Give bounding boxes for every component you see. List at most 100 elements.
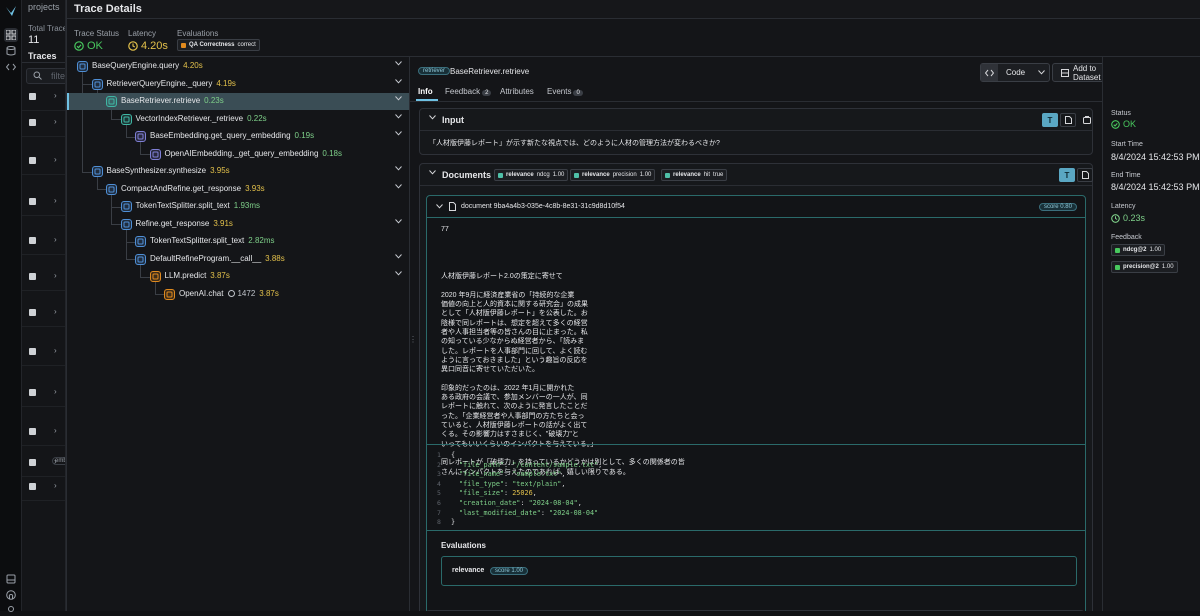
row-checkbox[interactable] [29,157,36,164]
span-row-baseretriever-retrieve[interactable]: BaseRetriever.retrieve 0.23s [67,93,409,110]
code-button[interactable]: Code [980,63,1050,82]
logo-icon[interactable] [4,4,18,18]
documents-card-header[interactable]: Documents relevance ndcg 1.00 relevance preci… [420,164,1093,186]
expand-chevron-icon[interactable]: › [54,196,57,205]
chevron-down-icon[interactable] [395,218,402,224]
grid-icon[interactable] [4,28,18,42]
expand-chevron-icon[interactable]: › [54,426,57,435]
span-row-tokentextsplitter-split-text[interactable]: TokenTextSplitter.split_text 1.93ms [67,198,409,215]
span-name: TokenTextSplitter.split_text [150,236,245,245]
metric-swatch [665,172,670,178]
expand-chevron-icon[interactable]: › [54,155,57,164]
chevron-down-icon[interactable] [395,166,402,171]
copy-button[interactable] [1080,113,1094,127]
chevron-down-icon[interactable] [395,61,402,66]
expand-chevron-icon[interactable]: › [54,91,57,100]
expand-chevron-icon[interactable]: › [54,271,57,280]
expand-chevron-icon[interactable]: › [54,307,57,316]
row-checkbox[interactable] [29,93,36,100]
row-checkbox[interactable] [29,119,36,126]
expand-chevron-icon[interactable]: › [54,235,57,244]
span-latency: 0.18s [322,148,342,158]
code-icon[interactable] [4,60,18,74]
input-title: Input [442,115,464,125]
line-number: 4 [437,479,441,488]
span-row-openai-chat[interactable]: OpenAI.chat 1472 3.87s [67,286,409,303]
chevron-down-icon[interactable] [429,115,436,120]
span-row-baseembedding-get-query-embedding[interactable]: BaseEmbedding.get_query_embedding 0.19s [67,128,409,145]
json-key: "file_type" [459,479,505,488]
search-input[interactable]: filter [26,68,65,84]
evaluations-label: Evaluations [177,29,219,38]
document-header[interactable]: document 9ba4a4b3-035e-4c8b-8e31-31c9d8d… [427,196,1085,218]
chevron-down-icon[interactable] [395,113,402,119]
span-row-openaiembedding-get-query-embedding[interactable]: OpenAIEmbedding._get_query_embedding 0.18… [67,146,409,163]
span-label: TokenTextSplitter.split_text 1.93ms [136,201,261,210]
span-name: BaseSynthesizer.synthesize [106,166,207,175]
feedback-swatch [1115,247,1120,253]
tab-traces[interactable]: Traces [28,51,57,61]
database-icon[interactable] [4,44,18,58]
span-attributes-sidebar: Status OK Start Time 8/4/2024 15:42:53 P… [1102,57,1200,611]
span-latency: 3.95s [210,166,230,175]
tab-feedback[interactable]: Feedback 2 [445,87,492,96]
text-view-toggle[interactable]: T [1059,168,1075,182]
row-checkbox[interactable] [29,428,36,435]
span-name: BaseRetriever.retrieve [450,67,530,76]
input-card: Input T 「人材版伊藤レポート」が示す新たな視点では、どのように人材の管理方法… [419,108,1093,155]
feedback-ndcg: ndcg@2 1.00 [1111,244,1166,256]
expand-chevron-icon[interactable]: › [54,387,57,396]
span-row-basequeryengine-query[interactable]: BaseQueryEngine.query 4.20s [67,58,409,75]
span-row-vectorindexretriever-retrieve[interactable]: VectorIndexRetriever._retrieve 0.22s [67,111,409,128]
chain-span-icon [77,61,88,72]
span-row-retrieverqueryengine-query[interactable]: RetrieverQueryEngine._query 4.19s [67,76,409,93]
traces-panel: projects Total Traces 11 Traces filter ›… [22,0,66,611]
expand-chevron-icon[interactable]: › [54,481,57,490]
tab-attributes[interactable]: Attributes [500,87,534,96]
chevron-down-icon[interactable] [429,170,436,175]
chevron-down-icon[interactable] [395,183,402,189]
add-to-dataset-button[interactable]: Add to Dataset [1052,63,1102,82]
input-card-header[interactable]: Input T [420,109,1092,131]
settings-icon[interactable] [4,602,18,616]
side-status-text: OK [1123,119,1137,129]
chevron-down-icon[interactable] [436,204,443,209]
row-checkbox[interactable] [29,198,36,205]
document-text-line: 77 [441,226,449,233]
row-checkbox[interactable] [29,237,36,244]
documents-card: Documents relevance ndcg 1.00 relevance preci… [419,163,1093,611]
chevron-down-icon[interactable] [395,253,402,259]
chevron-down-icon[interactable] [395,271,402,276]
evaluations-title: Evaluations [441,541,486,550]
json-view-toggle[interactable] [1077,168,1093,182]
row-checkbox[interactable] [29,389,36,396]
github-icon[interactable] [4,588,18,602]
span-detail: retriever BaseRetriever.retrieve Code Ad… [410,57,1102,611]
tab-info[interactable]: Info [418,87,433,96]
json-view-toggle[interactable] [1060,113,1076,127]
chevron-down-icon[interactable] [395,78,402,84]
storage-icon[interactable] [4,572,18,586]
document-text-line: 人材版伊藤レポート2.0の策定に寄せて [441,273,563,281]
breadcrumb[interactable]: projects [28,2,60,12]
chevron-down-icon[interactable] [395,131,402,136]
span-row-defaultrefineprogram-call[interactable]: DefaultRefineProgram.__call__ 3.88s [67,251,409,268]
tab-events[interactable]: Events 0 [547,87,583,96]
row-checkbox[interactable] [29,273,36,280]
span-row-refine-get-response[interactable]: Refine.get_response 3.91s [67,216,409,233]
span-row-compactandrefine-get-response[interactable]: CompactAndRefine.get_response 3.93s [67,181,409,198]
span-row-basesynthesizer-synthesize[interactable]: BaseSynthesizer.synthesize 3.95s [67,163,409,180]
row-checkbox[interactable] [29,348,36,355]
row-checkbox[interactable] [29,459,36,466]
row-checkbox[interactable] [29,483,36,490]
metric-name: relevance [582,172,610,178]
expand-chevron-icon[interactable]: › [54,117,57,126]
document-text-line: として「人材版伊藤レポート」を公表した。お [441,310,588,318]
chevron-down-icon[interactable] [395,96,402,101]
text-view-toggle[interactable]: T [1042,113,1058,127]
expand-chevron-icon[interactable]: › [54,346,57,355]
span-latency: 3.87s [210,271,230,280]
span-row-llm-predict[interactable]: LLM.predict 3.87s [67,268,409,285]
row-checkbox[interactable] [29,309,36,316]
span-row-tokentextsplitter-split-text[interactable]: TokenTextSplitter.split_text 2.82ms [67,233,409,250]
